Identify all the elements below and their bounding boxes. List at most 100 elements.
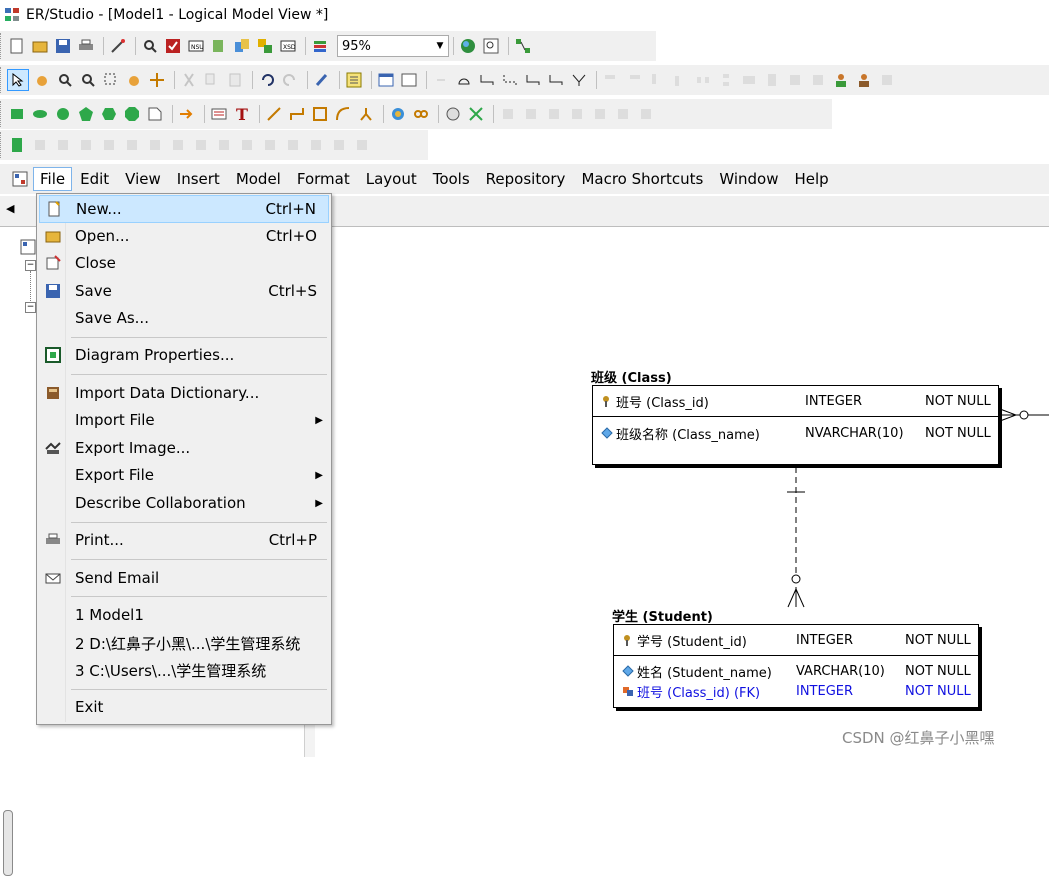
entity-row[interactable]: 姓名 (Student_name) VARCHAR(10) NOT NULL — [614, 660, 978, 682]
center-icon[interactable] — [808, 70, 828, 90]
document-menu-icon[interactable] — [10, 169, 30, 189]
menu-item-describe-collaboration[interactable]: Describe Collaboration ▶ — [39, 490, 329, 516]
xsd-icon[interactable]: XSD — [278, 36, 298, 56]
pan-icon[interactable] — [124, 70, 144, 90]
menu-item-exit[interactable]: Exit — [39, 694, 329, 720]
select-pointer-icon[interactable] — [7, 69, 29, 91]
menu-repository[interactable]: Repository — [478, 167, 574, 191]
align-left-icon[interactable] — [601, 70, 621, 90]
move-icon[interactable] — [147, 70, 167, 90]
line-connector-icon[interactable] — [264, 104, 284, 124]
menu-item-export-image[interactable]: Export Image... — [39, 435, 329, 461]
macro-3-icon[interactable] — [76, 135, 96, 155]
compare-icon[interactable] — [232, 36, 252, 56]
text-tool-icon[interactable]: T — [232, 104, 252, 124]
menu-item-diagram-properties[interactable]: Diagram Properties... — [39, 342, 329, 368]
macro-5-icon[interactable] — [122, 135, 142, 155]
ungroup-icon[interactable] — [567, 104, 587, 124]
align-top-icon[interactable] — [647, 70, 667, 90]
chevron-left-icon[interactable]: ◀ — [6, 202, 14, 215]
zoom-area-icon[interactable] — [101, 70, 121, 90]
same-size-icon[interactable] — [785, 70, 805, 90]
layers-icon[interactable] — [310, 36, 330, 56]
space-horizontal-icon[interactable] — [693, 70, 713, 90]
entity-student[interactable]: 学号 (Student_id) INTEGER NOT NULL 姓名 (Stu… — [613, 624, 979, 708]
menu-item-recent-3[interactable]: 3 C:\Users\...\学生管理系统 — [39, 657, 329, 683]
entity-student-title[interactable]: 学生 (Student) — [612, 606, 713, 625]
hexagon-shape-icon[interactable] — [99, 104, 119, 124]
relationship-optional-icon[interactable] — [523, 70, 543, 90]
scrollbar-thumb[interactable] — [3, 810, 13, 876]
user-icon[interactable] — [831, 70, 851, 90]
macro-15-icon[interactable] — [352, 135, 372, 155]
elbow-connector-icon[interactable] — [287, 104, 307, 124]
macro-10-icon[interactable] — [237, 135, 257, 155]
menu-file[interactable]: File — [33, 167, 73, 191]
book-icon[interactable] — [7, 135, 27, 155]
link-icon[interactable] — [411, 104, 431, 124]
space-vertical-icon[interactable] — [716, 70, 736, 90]
zoom-in-icon[interactable] — [55, 70, 75, 90]
macro-7-icon[interactable] — [168, 135, 188, 155]
menu-item-close[interactable]: Close — [39, 250, 329, 276]
menu-item-import-data-dictionary[interactable]: Import Data Dictionary... — [39, 380, 329, 406]
redo-icon[interactable] — [280, 70, 300, 90]
lock-shape-icon[interactable] — [590, 104, 610, 124]
menu-tools[interactable]: Tools — [425, 167, 478, 191]
menu-macro-shortcuts[interactable]: Macro Shortcuts — [573, 167, 711, 191]
menu-view[interactable]: View — [117, 167, 169, 191]
pentagon-shape-icon[interactable] — [76, 104, 96, 124]
print-icon[interactable] — [76, 36, 96, 56]
disconnect-icon[interactable] — [466, 104, 486, 124]
tree-connector-icon[interactable] — [356, 104, 376, 124]
macro-11-icon[interactable] — [260, 135, 280, 155]
macro-13-icon[interactable] — [306, 135, 326, 155]
relationship-recursive-icon[interactable] — [546, 70, 566, 90]
network-icon[interactable] — [388, 104, 408, 124]
bring-front-icon[interactable] — [498, 104, 518, 124]
menu-item-import-file[interactable]: Import File ▶ — [39, 407, 329, 433]
menu-item-recent-1[interactable]: 1 Model1 — [39, 602, 329, 628]
menu-help[interactable]: Help — [786, 167, 836, 191]
grid-connector-icon[interactable] — [310, 104, 330, 124]
macro-1-icon[interactable] — [30, 135, 50, 155]
relationship-many-icon[interactable] — [569, 70, 589, 90]
overview-icon[interactable] — [513, 36, 533, 56]
menu-item-save-as[interactable]: Save As... — [39, 305, 329, 331]
new-icon[interactable] — [7, 36, 27, 56]
relationship-nonidentifying-icon[interactable] — [500, 70, 520, 90]
ellipse-shape-icon[interactable] — [30, 104, 50, 124]
menu-format[interactable]: Format — [289, 167, 358, 191]
chevron-down-icon[interactable]: ▼ — [432, 41, 448, 51]
macro-4-icon[interactable] — [99, 135, 119, 155]
save-icon[interactable] — [53, 36, 73, 56]
tree-expander[interactable]: − — [25, 302, 36, 313]
security-icon[interactable] — [877, 70, 897, 90]
connect-icon[interactable] — [443, 104, 463, 124]
flip-icon[interactable] — [636, 104, 656, 124]
tree-expander[interactable]: − — [25, 260, 36, 271]
entity-row-fk[interactable]: 班号 (Class_id) (FK) INTEGER NOT NULL — [614, 680, 978, 702]
cut-icon[interactable] — [179, 70, 199, 90]
rotate-icon[interactable] — [613, 104, 633, 124]
group-icon[interactable] — [544, 104, 564, 124]
arrow-right-icon[interactable] — [177, 104, 197, 124]
menu-window[interactable]: Window — [711, 167, 786, 191]
menu-item-send-email[interactable]: Send Email — [39, 565, 329, 591]
zoom-combobox[interactable]: 95% ▼ — [337, 35, 449, 57]
align-right-icon[interactable] — [624, 70, 644, 90]
note-shape-icon[interactable] — [145, 104, 165, 124]
menu-edit[interactable]: Edit — [72, 167, 117, 191]
diagram-canvas[interactable]: 班级 (Class) 班号 (Class_id) INTEGER NOT NUL… — [316, 227, 1049, 757]
macro-8-icon[interactable] — [191, 135, 211, 155]
merge-icon[interactable] — [255, 36, 275, 56]
menu-model[interactable]: Model — [228, 167, 289, 191]
octagon-shape-icon[interactable] — [122, 104, 142, 124]
macro-6-icon[interactable] — [145, 135, 165, 155]
text-icon[interactable] — [431, 70, 451, 90]
menu-item-open[interactable]: Open... Ctrl+O — [39, 223, 329, 249]
table-icon[interactable] — [376, 70, 396, 90]
generate-icon[interactable] — [209, 36, 229, 56]
macro-2-icon[interactable] — [53, 135, 73, 155]
macro-9-icon[interactable] — [214, 135, 234, 155]
